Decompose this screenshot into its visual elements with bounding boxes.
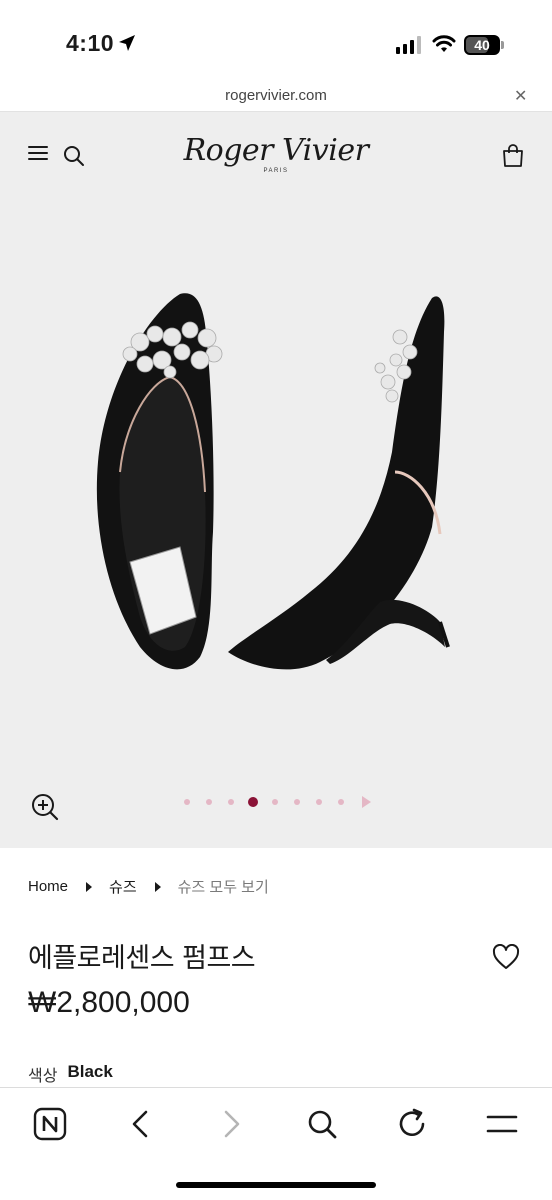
forward-arrow-icon[interactable] bbox=[212, 1104, 252, 1144]
reload-icon[interactable] bbox=[392, 1104, 432, 1144]
gallery-dot[interactable] bbox=[294, 799, 300, 805]
wishlist-heart-icon[interactable] bbox=[492, 944, 520, 970]
gallery-dot[interactable] bbox=[338, 799, 344, 805]
menu-icon[interactable] bbox=[482, 1104, 522, 1144]
gallery-dot[interactable] bbox=[248, 797, 258, 807]
search-icon[interactable] bbox=[63, 145, 85, 167]
gallery-dot[interactable] bbox=[316, 799, 322, 805]
zoom-in-icon[interactable] bbox=[30, 792, 60, 822]
breadcrumb-home[interactable]: Home bbox=[28, 878, 68, 895]
browser-toolbar bbox=[0, 1087, 552, 1200]
brand-name: Roger Vivier bbox=[183, 133, 369, 168]
url-text[interactable]: rogervivier.com bbox=[0, 87, 552, 104]
location-arrow-icon bbox=[119, 35, 135, 51]
gallery-next-icon[interactable] bbox=[362, 796, 371, 808]
breadcrumb-separator-icon bbox=[154, 881, 161, 892]
gallery-dot[interactable] bbox=[272, 799, 278, 805]
product-title: 에플로레센스 펌프스 bbox=[28, 943, 256, 974]
search-icon[interactable] bbox=[302, 1104, 342, 1144]
battery-level: 40 bbox=[474, 37, 490, 53]
gallery-dot[interactable] bbox=[206, 799, 212, 805]
color-value: Black bbox=[67, 1062, 113, 1081]
home-indicator bbox=[176, 1182, 376, 1188]
back-arrow-icon[interactable] bbox=[120, 1104, 160, 1144]
battery-indicator: 40 bbox=[464, 35, 500, 55]
naver-home-icon[interactable] bbox=[30, 1104, 70, 1144]
brand-logo[interactable]: Roger Vivier PARIS bbox=[176, 133, 376, 175]
product-image[interactable] bbox=[0, 272, 552, 712]
breadcrumb-current[interactable]: 슈즈 모두 보기 bbox=[178, 876, 269, 897]
product-gallery[interactable]: Roger Vivier PARIS bbox=[0, 112, 552, 848]
breadcrumb-category[interactable]: 슈즈 bbox=[109, 876, 137, 897]
url-bar[interactable]: rogervivier.com ✕ bbox=[0, 84, 552, 112]
close-icon[interactable]: ✕ bbox=[514, 86, 527, 105]
color-label: 색상 bbox=[28, 1066, 58, 1085]
hamburger-menu-icon[interactable] bbox=[28, 146, 48, 162]
status-time: 4:10 bbox=[66, 30, 115, 56]
gallery-dot[interactable] bbox=[228, 799, 234, 805]
shopping-bag-icon[interactable] bbox=[502, 144, 524, 168]
status-bar: 4:10 40 bbox=[0, 0, 552, 84]
cellular-signal-icon bbox=[396, 36, 421, 54]
color-selector[interactable]: 색상 Black bbox=[28, 1062, 113, 1086]
product-price: ₩2,800,000 bbox=[28, 986, 190, 1019]
gallery-dot[interactable] bbox=[184, 799, 190, 805]
breadcrumb: Home 슈즈 슈즈 모두 보기 bbox=[28, 876, 269, 897]
brand-sub: PARIS bbox=[263, 168, 289, 174]
breadcrumb-separator-icon bbox=[86, 881, 93, 892]
wifi-icon bbox=[432, 35, 456, 52]
